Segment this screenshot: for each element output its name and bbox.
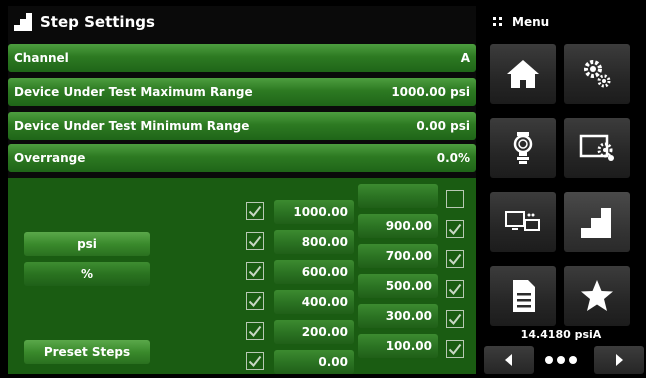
checkmark-icon <box>248 205 262 218</box>
display-settings-tile[interactable] <box>564 118 630 178</box>
step-field-right-0[interactable]: 900.00 <box>358 214 438 238</box>
step-check-right-5[interactable] <box>446 340 464 358</box>
overrange-row[interactable]: Overrange 0.0% <box>8 144 476 172</box>
step-check-left-5[interactable] <box>246 352 264 370</box>
step-value: 1000.00 <box>293 205 348 219</box>
title-bar: Step Settings <box>8 6 476 38</box>
step-value: 800.00 <box>301 235 348 249</box>
checkmark-icon <box>448 283 462 296</box>
step-field-right-4[interactable]: 100.00 <box>358 334 438 358</box>
checkmark-icon <box>448 253 462 266</box>
checkmark-icon <box>248 265 262 278</box>
step-check-left-1[interactable] <box>246 232 264 250</box>
favorites-tile[interactable] <box>564 266 630 326</box>
devices-icon <box>505 211 540 231</box>
step-value: 700.00 <box>385 249 432 263</box>
step-check-left-0[interactable] <box>246 202 264 220</box>
step-check-left-3[interactable] <box>246 292 264 310</box>
step-field-left-5[interactable]: 0.00 <box>274 350 354 374</box>
step-check-left-2[interactable] <box>246 262 264 280</box>
home-tile[interactable] <box>490 44 556 104</box>
next-page-button[interactable] <box>594 346 644 374</box>
page-dot <box>569 356 577 364</box>
step-value: 100.00 <box>385 339 432 353</box>
dut-max-range-row[interactable]: Device Under Test Maximum Range 1000.00 … <box>8 78 476 106</box>
step-value: 300.00 <box>385 309 432 323</box>
step-check-right-2[interactable] <box>446 250 464 268</box>
step-check-left-4[interactable] <box>246 322 264 340</box>
steps-icon <box>581 208 611 238</box>
page-dot <box>557 356 565 364</box>
step-settings-tile[interactable] <box>564 192 630 252</box>
checkmark-icon <box>448 313 462 326</box>
gears-icon <box>584 60 611 88</box>
step-field-left-2[interactable]: 600.00 <box>274 260 354 284</box>
checkmark-icon <box>248 355 262 368</box>
step-value: 0.00 <box>318 355 348 369</box>
checkmark-icon <box>448 343 462 356</box>
settings-tile[interactable] <box>564 44 630 104</box>
checkmark-icon <box>448 223 462 236</box>
step-check-right-3[interactable] <box>446 280 464 298</box>
arrow-right-icon <box>616 354 623 366</box>
dut-min-range-label: Device Under Test Minimum Range <box>14 119 250 133</box>
step-field-left-0[interactable]: 1000.00 <box>274 200 354 224</box>
page-title: Step Settings <box>40 13 155 31</box>
step-check-right-4[interactable] <box>446 310 464 328</box>
step-field-right-2[interactable]: 500.00 <box>358 274 438 298</box>
pressure-readout: 14.4180 psiA <box>520 328 602 341</box>
step-value: 600.00 <box>301 265 348 279</box>
page-dot <box>545 356 553 364</box>
channel-label: Channel <box>14 51 69 65</box>
step-icon <box>14 13 32 31</box>
monitor-gear-icon <box>579 134 614 161</box>
home-icon <box>507 60 539 88</box>
menu-label: Menu <box>512 15 550 29</box>
channel-row[interactable]: Channel A <box>8 44 476 72</box>
step-value: 500.00 <box>385 279 432 293</box>
step-value: 400.00 <box>301 295 348 309</box>
overrange-value: 0.0% <box>436 151 470 165</box>
preset-steps-label: Preset Steps <box>43 345 131 359</box>
unit-percent-button[interactable]: % <box>24 262 150 286</box>
arrow-left-icon <box>505 354 512 366</box>
unit-psi-button[interactable]: psi <box>24 232 150 256</box>
unit-percent-label: % <box>80 267 94 281</box>
step-field-right-3[interactable]: 300.00 <box>358 304 438 328</box>
step-field-right-1[interactable]: 700.00 <box>358 244 438 268</box>
dut-min-range-value: 0.00 psi <box>416 119 470 133</box>
dut-min-range-row[interactable]: Device Under Test Minimum Range 0.00 psi <box>8 112 476 140</box>
checkmark-icon <box>248 295 262 308</box>
prev-page-button[interactable] <box>484 346 534 374</box>
unit-psi-label: psi <box>77 237 97 251</box>
devices-tile[interactable] <box>490 192 556 252</box>
checkmark-icon <box>248 325 262 338</box>
step-field-left-1[interactable]: 800.00 <box>274 230 354 254</box>
step-value: 200.00 <box>301 325 348 339</box>
sensor-tile[interactable] <box>490 118 556 178</box>
preset-steps-button[interactable]: Preset Steps <box>24 340 150 364</box>
channel-value: A <box>460 51 470 65</box>
dut-max-range-value: 1000.00 psi <box>391 85 470 99</box>
document-icon <box>513 280 535 312</box>
step-field-left-3[interactable]: 400.00 <box>274 290 354 314</box>
document-tile[interactable] <box>490 266 556 326</box>
overrange-label: Overrange <box>14 151 86 165</box>
page-indicator <box>530 346 592 374</box>
menu-grid-icon <box>493 17 502 26</box>
pressure-sensor-icon <box>513 132 533 164</box>
star-icon <box>581 280 613 311</box>
step-field-left-4[interactable]: 200.00 <box>274 320 354 344</box>
step-check-right-0[interactable] <box>446 190 464 208</box>
checkmark-icon <box>248 235 262 248</box>
dut-max-range-label: Device Under Test Maximum Range <box>14 85 253 99</box>
step-value: 900.00 <box>385 219 432 233</box>
step-field-right-empty[interactable] <box>358 184 438 208</box>
menu-header[interactable]: Menu <box>484 6 638 38</box>
step-check-right-1[interactable] <box>446 220 464 238</box>
